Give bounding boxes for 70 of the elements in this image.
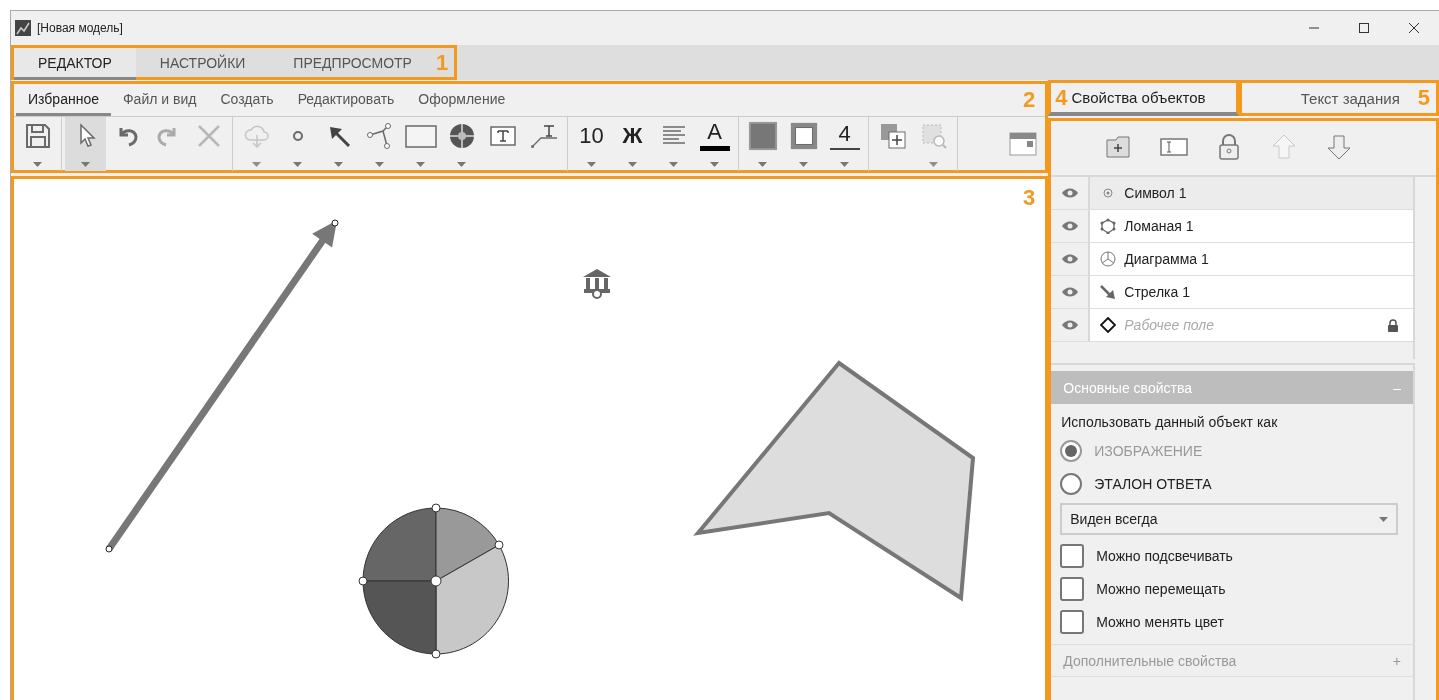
- checkbox-label: Можно подсвечивать: [1096, 547, 1233, 564]
- checkbox[interactable]: [1060, 576, 1085, 601]
- diagram-icon: [1100, 251, 1117, 267]
- object-list-item[interactable]: Ломаная 1: [1090, 210, 1413, 242]
- checkbox[interactable]: [1060, 543, 1085, 568]
- field-label: Использовать данный объект как: [1060, 413, 1279, 432]
- lock-icon: [1387, 318, 1399, 332]
- caret-icon: [81, 162, 90, 167]
- rectangle-icon: [404, 122, 437, 150]
- checkbox[interactable]: [1060, 609, 1085, 634]
- caret-icon: [628, 162, 637, 167]
- fill-icon: [746, 121, 779, 151]
- panel-tab[interactable]: 4 Свойства объектов: [1048, 80, 1240, 116]
- caret-icon: [710, 162, 719, 167]
- object-list-item[interactable]: Диаграмма 1: [1090, 243, 1413, 275]
- radio-button[interactable]: [1060, 472, 1083, 495]
- add-copy-icon: [878, 122, 907, 150]
- caret-icon: [587, 162, 596, 167]
- ribbon-tab[interactable]: Файл и вид: [110, 84, 209, 116]
- window-title: [Новая модель]: [37, 21, 123, 35]
- text-line-icon: [529, 122, 558, 150]
- main-tab[interactable]: РЕДАКТОР: [14, 48, 136, 80]
- panel-tab[interactable]: Текст задания 5: [1239, 80, 1439, 116]
- annotation-number: 2: [1023, 87, 1036, 113]
- radio-label: ЭТАЛОН ОТВЕТА: [1094, 475, 1212, 492]
- tool-button[interactable]: 4: [824, 117, 865, 171]
- annotation-number: 3: [1023, 185, 1036, 211]
- ribbon-tab[interactable]: Создать: [208, 84, 286, 116]
- checkbox-label: Можно менять цвет: [1096, 613, 1224, 630]
- ribbon-tab[interactable]: Оформление: [406, 84, 518, 116]
- annotation-number: 5: [1417, 85, 1430, 111]
- caret-icon: [252, 162, 261, 167]
- zoom-selection-icon: [919, 122, 948, 150]
- main-tab[interactable]: ПРЕДПРОСМОТР: [269, 48, 436, 80]
- caret-icon: [375, 162, 384, 167]
- radio-label: ИЗОБРАЖЕНИЕ: [1094, 442, 1203, 459]
- tool-button[interactable]: [65, 117, 106, 171]
- bank-symbol: [583, 269, 611, 299]
- visibility-dropdown[interactable]: Виден всегда: [1060, 503, 1399, 535]
- caret-icon: [293, 162, 302, 167]
- polyline-icon: [365, 122, 394, 150]
- ribbon-tab[interactable]: Редактировать: [285, 84, 407, 116]
- close-icon: [1408, 22, 1420, 34]
- window-icon: [1009, 131, 1038, 157]
- caret-icon: [416, 162, 425, 167]
- annotation-number: 1: [435, 49, 450, 76]
- arrow-icon: [1100, 284, 1117, 300]
- caret-icon: [758, 162, 767, 167]
- object-list-item[interactable]: Стрелка 1: [1090, 276, 1413, 308]
- main-tab[interactable]: НАСТРОЙКИ: [135, 48, 270, 80]
- save-icon: [23, 122, 52, 150]
- tool-button[interactable]: Ж: [612, 117, 653, 171]
- caret-icon: [1379, 516, 1389, 522]
- checkbox-label: Можно перемещать: [1096, 580, 1226, 597]
- tool-button[interactable]: 10: [571, 117, 612, 171]
- maximize-icon: [1358, 22, 1370, 34]
- caret-icon: [334, 162, 343, 167]
- caret-icon: [840, 162, 849, 167]
- caret-icon: [457, 162, 466, 167]
- polyline-icon: [1100, 218, 1117, 234]
- tool-button[interactable]: A: [694, 117, 735, 171]
- app-logo-icon: [15, 20, 31, 36]
- caret-icon: [669, 162, 678, 167]
- object-list-item[interactable]: Символ 1: [1090, 177, 1413, 209]
- caret-icon: [929, 162, 938, 167]
- caret-icon: [799, 162, 808, 167]
- caret-icon: [33, 162, 42, 167]
- diagram-icon: [447, 122, 476, 150]
- diamond-icon: [1100, 317, 1117, 333]
- annotation-number: 4: [1055, 84, 1068, 111]
